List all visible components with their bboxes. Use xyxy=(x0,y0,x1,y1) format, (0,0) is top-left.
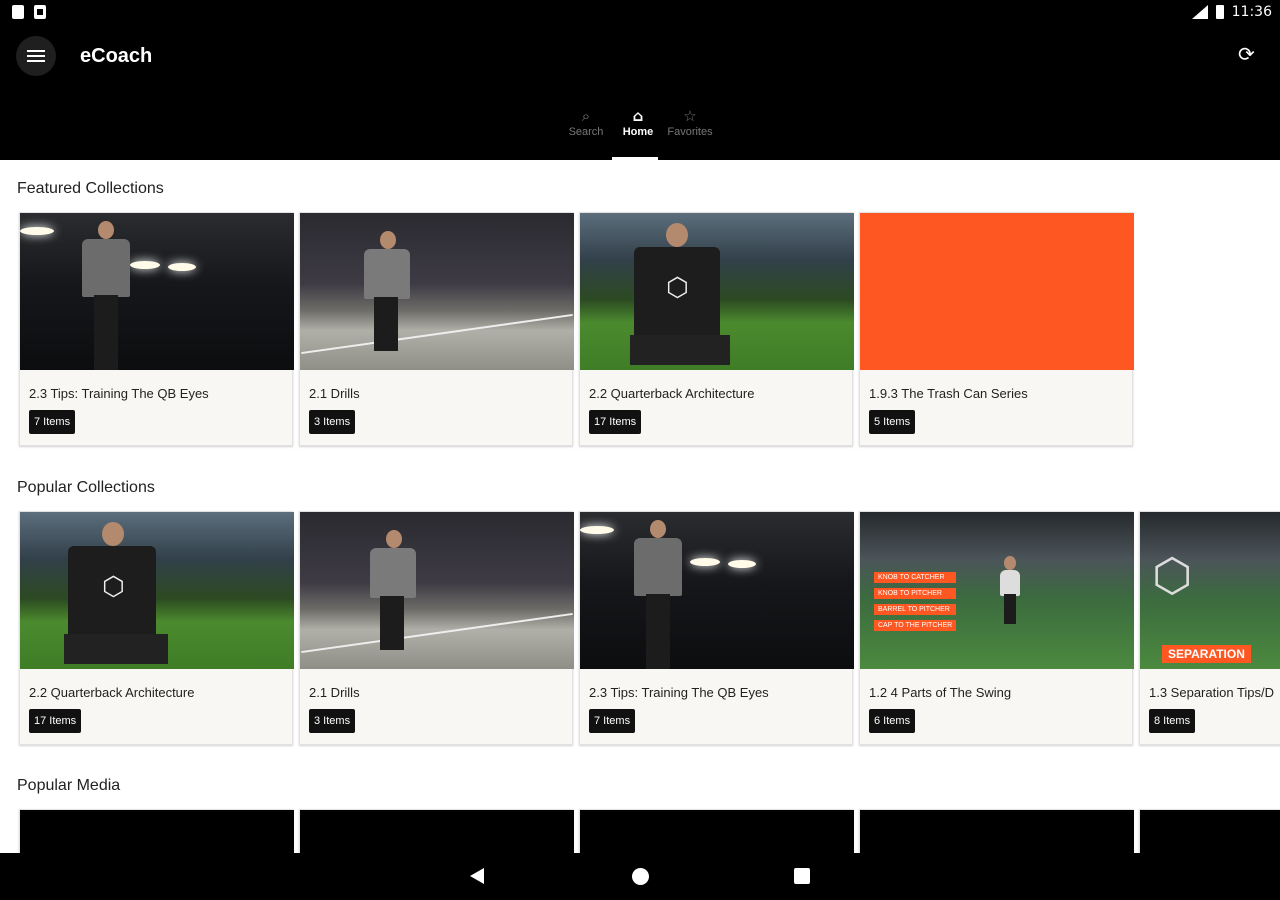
ecoach-logo-icon: ⬡ xyxy=(1152,548,1193,602)
collection-thumbnail xyxy=(300,512,574,669)
item-count-badge: 8 Items xyxy=(1149,709,1196,733)
item-count-badge: 6 Items xyxy=(869,709,916,733)
status-bar: 11:36 xyxy=(0,0,1280,26)
recent-apps-icon[interactable] xyxy=(794,868,810,884)
ecoach-logo-icon: ⬡ xyxy=(102,572,125,602)
tab-label: Home xyxy=(622,126,654,138)
popular-collections-row: ⬡ 2.2 Quarterback Architecture 17 Items … xyxy=(19,511,1280,745)
media-card[interactable] xyxy=(19,809,294,853)
media-card[interactable] xyxy=(1139,809,1280,853)
refresh-icon[interactable]: ⟳ xyxy=(1238,44,1258,64)
tab-label: Favorites xyxy=(667,126,713,138)
item-count-badge: 3 Items xyxy=(309,410,356,434)
collection-thumbnail: ⬡ xyxy=(580,213,854,370)
home-button-icon[interactable] xyxy=(632,868,649,885)
signal-icon xyxy=(1191,5,1208,19)
system-nav-bar xyxy=(0,853,1280,900)
tab-favorites[interactable]: ☆ Favorites xyxy=(664,102,716,160)
collection-thumbnail: ⬡ xyxy=(20,512,294,669)
overlay-step: BARREL TO PITCHER xyxy=(874,604,957,615)
tab-search[interactable]: ⌕ Search xyxy=(560,102,612,160)
media-thumbnail xyxy=(1140,810,1280,853)
collection-card[interactable]: 2.1 Drills 3 Items xyxy=(299,511,574,745)
overlay-step: CAP TO THE PITCHER xyxy=(874,620,957,631)
tab-bar: ⌕ Search ⌂ Home ☆ Favorites xyxy=(560,102,716,160)
popular-media-row xyxy=(19,809,1280,853)
battery-icon xyxy=(1215,5,1224,19)
collection-thumbnail xyxy=(860,213,1134,370)
featured-collections-row: 2.3 Tips: Training The QB Eyes 7 Items 2… xyxy=(19,212,1134,446)
collection-card[interactable]: 2.1 Drills 3 Items xyxy=(299,212,574,446)
home-content[interactable]: Featured Collections 2.3 Tips: Training … xyxy=(0,160,1280,853)
media-thumbnail xyxy=(860,810,1134,853)
media-thumbnail xyxy=(300,810,574,853)
tab-label: Search xyxy=(568,126,604,138)
media-card[interactable] xyxy=(299,809,574,853)
app-title: eCoach xyxy=(80,45,153,67)
collection-thumbnail: KNOB TO CATCHER KNOB TO PITCHER BARREL T… xyxy=(860,512,1134,669)
collection-card[interactable]: 2.3 Tips: Training The QB Eyes 7 Items xyxy=(579,511,854,745)
menu-button[interactable] xyxy=(16,36,56,76)
overlay-step: KNOB TO PITCHER xyxy=(874,588,957,599)
media-thumbnail xyxy=(20,810,294,853)
collection-card[interactable]: 2.3 Tips: Training The QB Eyes 7 Items xyxy=(19,212,294,446)
media-card[interactable] xyxy=(579,809,854,853)
item-count-badge: 7 Items xyxy=(589,709,636,733)
collection-title: 1.2 4 Parts of The Swing xyxy=(869,685,1012,700)
collection-title: 2.3 Tips: Training The QB Eyes xyxy=(589,685,769,700)
item-count-badge: 17 Items xyxy=(29,709,82,733)
separation-tag: SEPARATION xyxy=(1162,645,1251,663)
tab-home[interactable]: ⌂ Home xyxy=(612,102,664,160)
app-bar: eCoach ⟳ ⌕ Search ⌂ Home ☆ Favorites xyxy=(0,26,1280,160)
collection-thumbnail xyxy=(20,213,294,370)
back-icon[interactable] xyxy=(470,868,484,884)
notification-icon xyxy=(34,5,46,19)
item-count-badge: 3 Items xyxy=(309,709,356,733)
item-count-badge: 17 Items xyxy=(589,410,642,434)
item-count-badge: 5 Items xyxy=(869,410,916,434)
collection-title: 2.3 Tips: Training The QB Eyes xyxy=(29,386,209,401)
swing-steps-overlay: KNOB TO CATCHER KNOB TO PITCHER BARREL T… xyxy=(874,572,957,631)
collection-thumbnail xyxy=(580,512,854,669)
collection-card[interactable]: ⬡ 2.2 Quarterback Architecture 17 Items xyxy=(19,511,294,745)
item-count-badge: 7 Items xyxy=(29,410,76,434)
collection-title: 2.2 Quarterback Architecture xyxy=(29,685,195,700)
section-title-popular: Popular Collections xyxy=(17,479,155,496)
collection-title: 2.1 Drills xyxy=(309,685,360,700)
collection-card[interactable]: ⬡ 2.2 Quarterback Architecture 17 Items xyxy=(579,212,854,446)
search-icon: ⌕ xyxy=(581,107,591,125)
collection-title: 1.3 Separation Tips/D xyxy=(1149,685,1275,700)
ecoach-logo-icon: ⬡ xyxy=(666,273,689,303)
collection-thumbnail: ⬡ SEPARATION xyxy=(1140,512,1280,669)
collection-thumbnail xyxy=(300,213,574,370)
media-card[interactable] xyxy=(859,809,1134,853)
overlay-step: KNOB TO CATCHER xyxy=(874,572,957,583)
collection-card[interactable]: ⬡ SEPARATION 1.3 Separation Tips/D 8 Ite… xyxy=(1139,511,1280,745)
home-icon: ⌂ xyxy=(632,107,644,125)
status-time: 11:36 xyxy=(1231,4,1272,20)
collection-card[interactable]: 1.9.3 The Trash Can Series 5 Items xyxy=(859,212,1134,446)
media-thumbnail xyxy=(580,810,854,853)
notification-icon xyxy=(12,5,24,19)
section-title-media: Popular Media xyxy=(17,777,121,794)
collection-card[interactable]: KNOB TO CATCHER KNOB TO PITCHER BARREL T… xyxy=(859,511,1134,745)
star-icon: ☆ xyxy=(683,107,697,125)
section-title-featured: Featured Collections xyxy=(17,180,164,197)
collection-title: 2.1 Drills xyxy=(309,386,360,401)
collection-title: 1.9.3 The Trash Can Series xyxy=(869,386,1028,401)
collection-title: 2.2 Quarterback Architecture xyxy=(589,386,755,401)
